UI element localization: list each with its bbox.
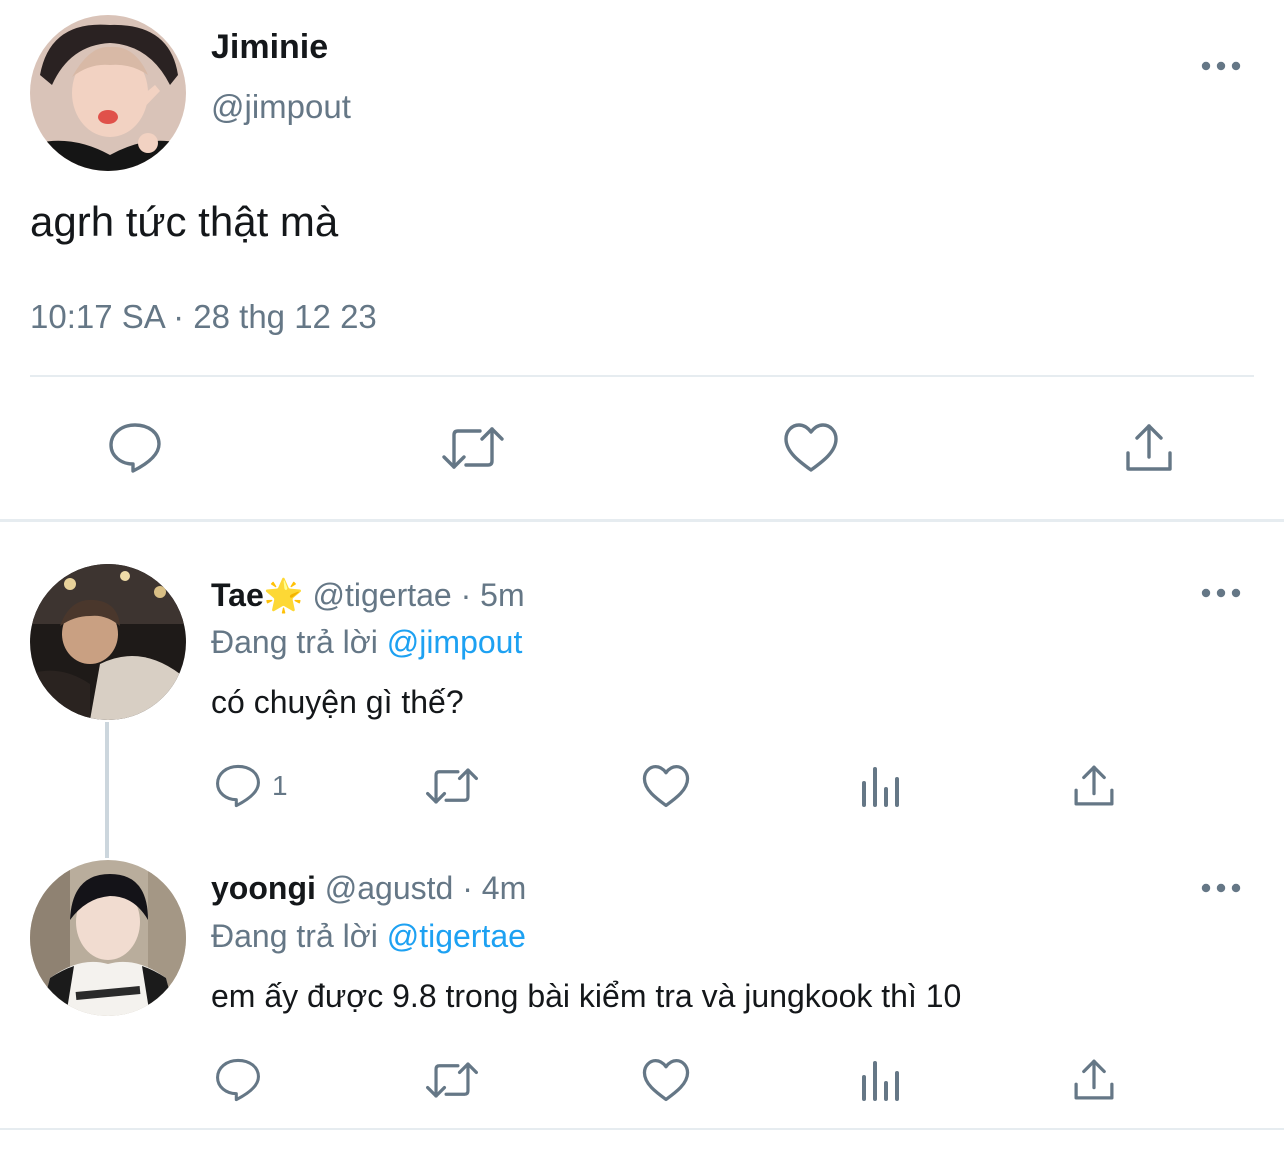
more-dots-icon <box>1201 588 1241 598</box>
retweet-icon <box>442 427 504 469</box>
replying-label: Đang trả lời <box>211 624 387 660</box>
reply-icon <box>109 423 161 473</box>
like-icon <box>642 1058 690 1101</box>
like-button[interactable] <box>776 418 846 478</box>
mention-link[interactable]: @jimpout <box>387 624 523 660</box>
reply-author-name[interactable]: yoongi <box>211 870 316 906</box>
reply-count: 1 <box>272 770 288 801</box>
retweet-button[interactable] <box>422 1054 482 1106</box>
tweet-timestamp[interactable]: 10:17 SA · 28 thg 12 23 <box>30 298 377 336</box>
reply-header: Tae🌟 @tigertae · 5m <box>211 576 525 614</box>
reply-button[interactable] <box>100 418 170 478</box>
avatar-tae[interactable] <box>30 564 186 720</box>
analytics-button[interactable] <box>850 760 910 812</box>
retweet-button[interactable] <box>422 760 482 812</box>
reply-icon <box>216 1058 260 1102</box>
reply-author-name[interactable]: Tae <box>211 577 264 613</box>
retweet-icon <box>426 1062 478 1098</box>
mention-link[interactable]: @tigertae <box>387 918 526 954</box>
reply-header: yoongi @agustd · 4m <box>211 870 526 907</box>
more-dots-icon <box>1201 883 1241 893</box>
analytics-button[interactable] <box>850 1054 910 1106</box>
reply-button[interactable] <box>208 1054 268 1106</box>
avatar-yoongi[interactable] <box>30 860 186 1016</box>
reply-text: có chuyện gì thế? <box>211 684 464 720</box>
share-button[interactable] <box>1064 760 1124 812</box>
reply-separator: · <box>453 870 482 906</box>
tweet-text: agrh tức thật mà <box>30 198 339 245</box>
like-button[interactable] <box>636 1054 696 1106</box>
like-icon <box>642 764 690 807</box>
reply-more-options-button[interactable] <box>1196 578 1246 608</box>
reply-separator: · <box>451 577 481 613</box>
divider <box>0 1128 1284 1130</box>
section-divider <box>0 519 1284 522</box>
reply-time[interactable]: 5m <box>480 577 524 613</box>
replying-to: Đang trả lời @jimpout <box>211 624 522 661</box>
reply-icon <box>216 764 260 808</box>
reply-time[interactable]: 4m <box>482 870 526 906</box>
analytics-icon <box>862 767 899 807</box>
reply-author-handle[interactable]: @tigertae <box>313 577 452 613</box>
divider <box>30 375 1254 377</box>
retweet-icon <box>426 768 478 804</box>
author-handle[interactable]: @jimpout <box>211 88 351 126</box>
replying-to: Đang trả lời @tigertae <box>211 918 526 955</box>
reply-more-options-button[interactable] <box>1196 873 1246 903</box>
author-name[interactable]: Jiminie <box>211 28 328 67</box>
thread-connector <box>105 722 109 858</box>
replying-label: Đang trả lời <box>211 918 387 954</box>
more-dots-icon <box>1201 61 1241 71</box>
avatar-jiminie[interactable] <box>30 15 186 171</box>
share-icon <box>1074 1059 1114 1100</box>
retweet-button[interactable] <box>438 418 508 478</box>
like-button[interactable] <box>636 760 696 812</box>
reply-button[interactable] <box>208 760 268 812</box>
share-icon <box>1074 765 1114 806</box>
share-button[interactable] <box>1114 418 1184 478</box>
reply-author-handle[interactable]: @agustd <box>325 870 454 906</box>
share-button[interactable] <box>1064 1054 1124 1106</box>
share-icon <box>1126 424 1172 471</box>
analytics-icon <box>862 1061 899 1101</box>
reply-text: em ấy được 9.8 trong bài kiểm tra và jun… <box>211 978 962 1014</box>
more-options-button[interactable] <box>1196 51 1246 81</box>
star-badge-icon: 🌟 <box>263 577 304 613</box>
like-icon <box>784 423 838 472</box>
